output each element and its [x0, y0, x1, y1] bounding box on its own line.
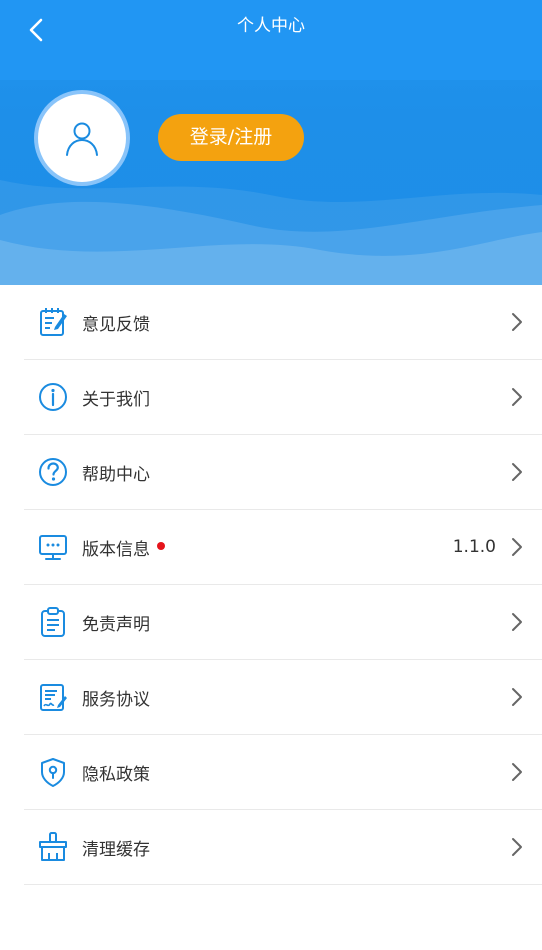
user-icon — [66, 122, 98, 156]
info-icon — [37, 381, 69, 413]
menu-item-version-info[interactable]: 版本信息 1.1.0 — [24, 510, 542, 585]
menu-item-feedback[interactable]: 意见反馈 — [24, 285, 542, 360]
chevron-right-icon — [512, 688, 522, 706]
menu-item-label: 意见反馈 — [82, 314, 150, 335]
menu-item-help-center[interactable]: 帮助中心 — [24, 435, 542, 510]
chevron-right-icon — [512, 763, 522, 781]
avatar[interactable] — [38, 94, 126, 182]
question-icon — [37, 456, 69, 488]
menu-item-label: 清理缓存 — [82, 839, 150, 860]
chevron-right-icon — [512, 538, 522, 556]
menu-item-label: 帮助中心 — [82, 464, 150, 485]
menu-item-label: 版本信息 — [82, 539, 150, 560]
page-title: 个人中心 — [237, 16, 305, 36]
new-version-badge — [157, 542, 165, 550]
contract-icon — [37, 681, 69, 713]
menu-item-disclaimer[interactable]: 免责声明 — [24, 585, 542, 660]
menu-item-service-agreement[interactable]: 服务协议 — [24, 660, 542, 735]
chevron-right-icon — [512, 613, 522, 631]
menu-item-label: 免责声明 — [82, 614, 150, 635]
broom-icon — [37, 831, 69, 863]
chevron-right-icon — [512, 463, 522, 481]
chevron-right-icon — [512, 838, 522, 856]
menu-item-label: 关于我们 — [82, 389, 150, 410]
settings-menu: 意见反馈 关于我们 帮助中心 版本信息 1.1.0 免责声明 服务协议 隐私政策… — [0, 285, 542, 885]
profile-header: 个人中心 登录/注册 — [0, 0, 542, 285]
menu-item-label: 服务协议 — [82, 689, 150, 710]
chevron-right-icon — [512, 313, 522, 331]
monitor-icon — [37, 531, 69, 563]
menu-item-about-us[interactable]: 关于我们 — [24, 360, 542, 435]
menu-item-label: 隐私政策 — [82, 764, 150, 785]
edit-note-icon — [37, 306, 69, 338]
menu-item-clear-cache[interactable]: 清理缓存 — [24, 810, 542, 885]
shield-icon — [37, 756, 69, 788]
menu-item-privacy-policy[interactable]: 隐私政策 — [24, 735, 542, 810]
version-number: 1.1.0 — [452, 537, 496, 557]
login-register-button[interactable]: 登录/注册 — [158, 114, 304, 161]
chevron-right-icon — [512, 388, 522, 406]
clipboard-icon — [37, 606, 69, 638]
